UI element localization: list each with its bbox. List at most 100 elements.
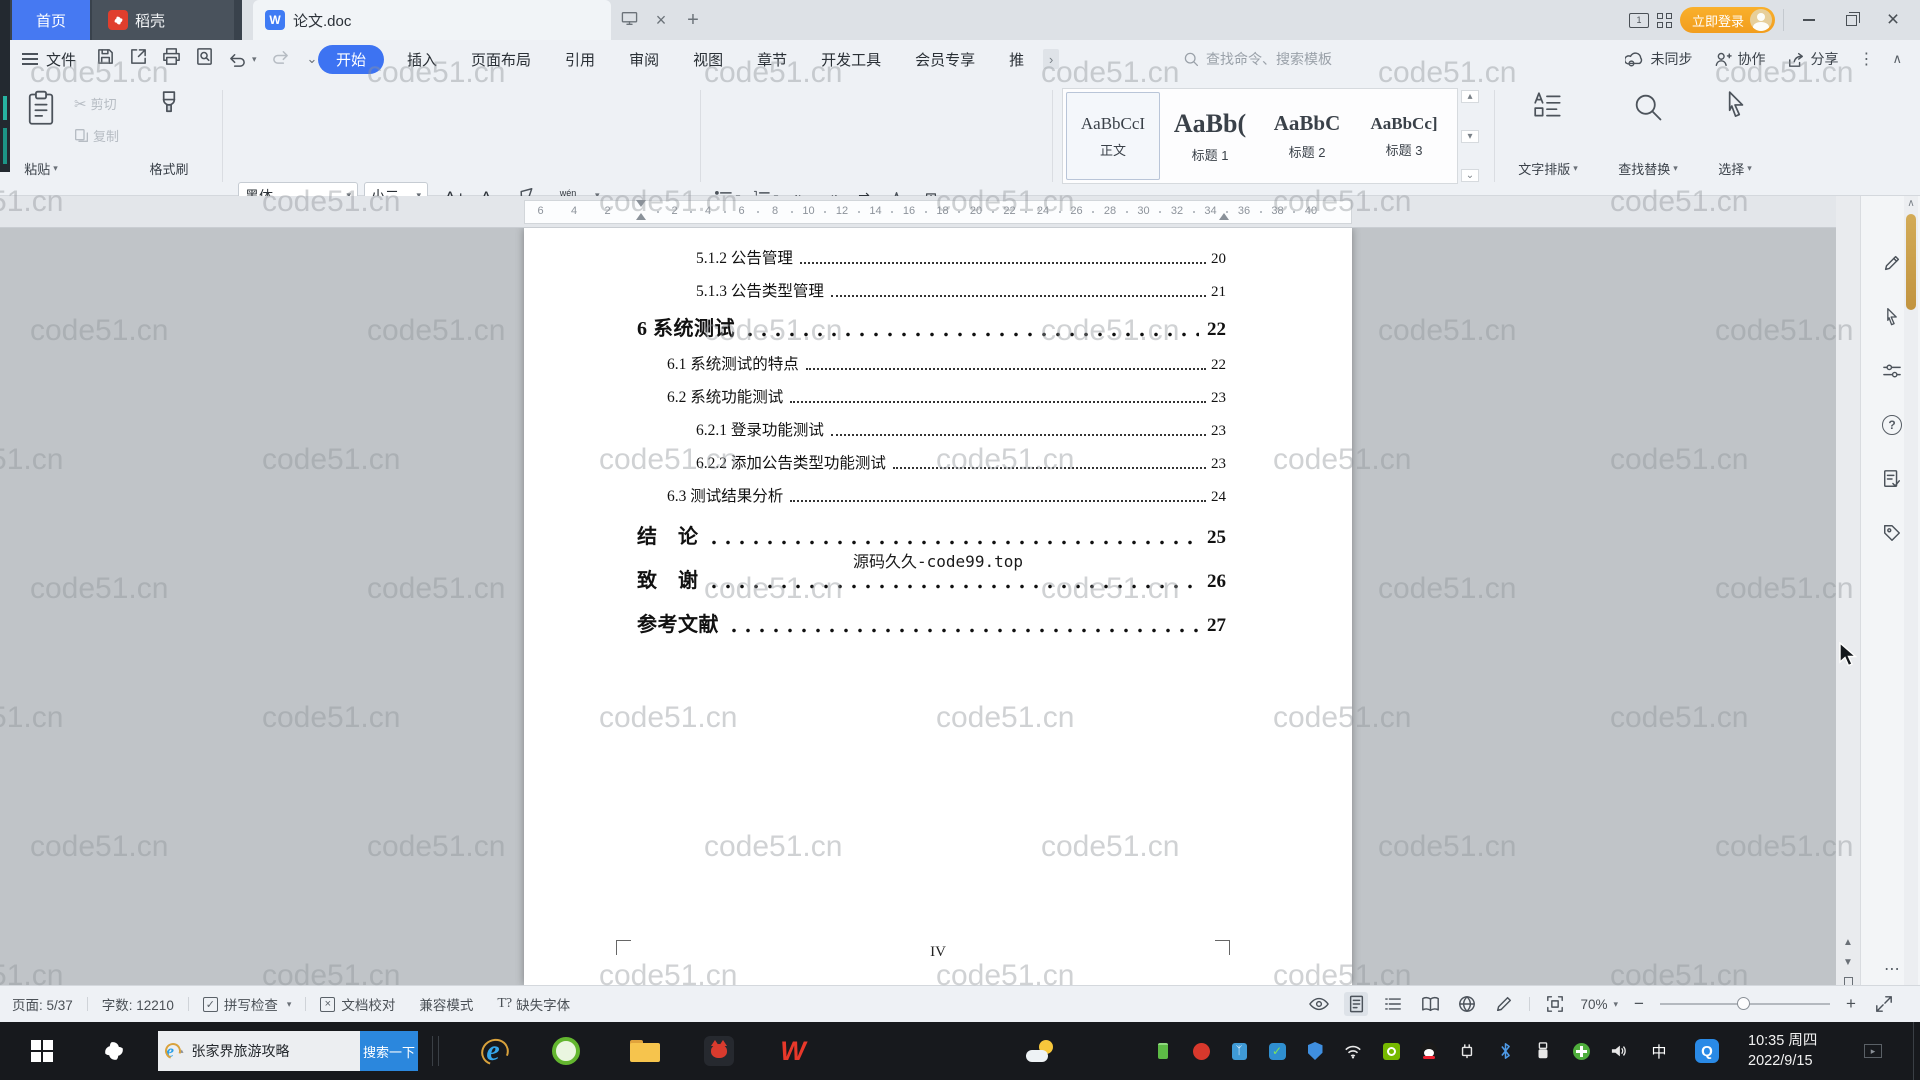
toc-entry[interactable]: 6.2.1 登录功能测试 23 (696, 418, 1226, 440)
taskbar-search-button[interactable]: 搜索一下 (360, 1031, 418, 1071)
styles-more-icon[interactable]: ⌄ (1461, 169, 1479, 182)
first-line-indent-marker[interactable] (636, 200, 646, 207)
proofread-doc-icon[interactable] (1879, 466, 1905, 492)
toc-entry[interactable]: 5.1.2 公告管理 20 (696, 246, 1226, 268)
new-tab-icon[interactable]: + (680, 9, 706, 32)
proofing-toggle[interactable]: × 文档校对 (320, 994, 395, 1014)
page-view-icon[interactable] (1344, 992, 1369, 1016)
file-menu-button[interactable]: 文件 (22, 40, 76, 78)
command-search[interactable]: 查找命令、搜索模板 (1183, 40, 1332, 78)
wifi-icon[interactable] (1338, 1022, 1368, 1080)
zoom-out-icon[interactable]: − (1631, 994, 1647, 1014)
select-button[interactable]: 选择 ▾ (1704, 86, 1766, 182)
pinwheel-app-icon[interactable] (92, 1022, 136, 1080)
web-view-icon[interactable] (1455, 992, 1479, 1016)
app-grid-icon[interactable] (1656, 12, 1672, 28)
collapse-ribbon-icon[interactable]: ∧ (1888, 51, 1906, 67)
cut-button[interactable]: ✂ 剪切 (74, 94, 117, 113)
menu-item-开始[interactable]: 开始 (318, 44, 385, 74)
shield-icon[interactable] (1300, 1022, 1330, 1080)
battery-icon[interactable] (1148, 1022, 1178, 1080)
scroll-up-icon[interactable]: ∧ (1904, 198, 1918, 209)
toc-entry[interactable]: 6.2.2 添加公告类型功能测试 23 (696, 451, 1226, 473)
previous-page-icon[interactable]: ▲ (1843, 937, 1853, 948)
toc-entry[interactable]: 6.2 系统功能测试 23 (667, 385, 1226, 407)
scrollbar-thumb[interactable] (1906, 214, 1916, 310)
menu-item-页面布局[interactable]: 页面布局 (454, 40, 548, 78)
show-desktop-button[interactable] (1913, 1022, 1920, 1080)
style-card-标题 2[interactable]: AaBbC 标题 2 (1260, 92, 1354, 180)
document-page[interactable]: 5.1.2 公告管理 20 5.1.3 公告类型管理 21 6 系统测试 22 6.1 系统… (524, 228, 1352, 985)
print-preview-icon[interactable] (195, 47, 214, 71)
menu-overflow-icon[interactable]: › (1043, 49, 1060, 69)
login-button[interactable]: 立即登录 (1679, 7, 1775, 33)
file-explorer-icon[interactable] (622, 1022, 668, 1080)
menu-item-引用[interactable]: 引用 (548, 40, 612, 78)
minimize-button[interactable] (1792, 6, 1826, 34)
zoom-slider-thumb[interactable] (1736, 997, 1750, 1010)
ruler[interactable]: 6 4 2 2 4 6 8 10 12 14 16 18 20 22 24 26 28 30 32 34 36 38 40 (0, 196, 1920, 228)
save-icon[interactable] (96, 47, 115, 71)
styles-scroll-up-icon[interactable]: ▴ (1461, 90, 1479, 103)
zoom-level[interactable]: 70% ▾ (1580, 997, 1618, 1012)
media-popup-icon[interactable]: ▸ (1858, 1022, 1888, 1080)
menu-item-章节[interactable]: 章节 (740, 40, 804, 78)
menu-item-开发工具[interactable]: 开发工具 (804, 40, 898, 78)
text-layout-button[interactable]: 文字排版 ▾ (1506, 86, 1590, 182)
toc-entry[interactable]: 6.1 系统测试的特点 22 (667, 352, 1226, 374)
usb-device-icon[interactable]: ᛉ (1224, 1022, 1254, 1080)
search-q-icon[interactable]: Q (1690, 1022, 1724, 1080)
speaker-icon[interactable] (1604, 1022, 1634, 1080)
usb-drive-icon[interactable] (1528, 1022, 1558, 1080)
select-arrow-icon[interactable] (1879, 304, 1905, 330)
menu-item-视图[interactable]: 视图 (676, 40, 740, 78)
restore-button[interactable] (1834, 6, 1868, 34)
copy-button[interactable]: 复制 (74, 126, 119, 145)
zoom-in-icon[interactable]: + (1843, 994, 1859, 1014)
toc-entry[interactable]: 结 论 25 (637, 520, 1226, 549)
tab-docer[interactable]: 稻壳 (92, 0, 234, 40)
next-page-icon[interactable]: ▼ (1843, 957, 1853, 968)
styles-scroll-down-icon[interactable]: ▾ (1461, 129, 1479, 143)
right-indent-marker[interactable] (1219, 213, 1229, 220)
undo-dropdown-icon[interactable]: ▾ (252, 54, 257, 65)
fullscreen-icon[interactable] (1872, 992, 1896, 1016)
adjust-slider-icon[interactable] (1879, 358, 1905, 384)
health-cross-icon[interactable] (1566, 1022, 1596, 1080)
window-switch-icon[interactable]: 1 (1628, 12, 1649, 28)
format-painter-button[interactable]: 格式刷 (138, 86, 200, 182)
eye-protect-icon[interactable] (1307, 992, 1331, 1016)
close-button[interactable]: × (1876, 6, 1910, 34)
menu-item-推[interactable]: 推 (992, 40, 1041, 78)
start-button[interactable] (20, 1022, 64, 1080)
customize-qat-icon[interactable]: ⌄ (307, 51, 318, 67)
print-icon[interactable] (162, 47, 181, 71)
paste-button[interactable]: 粘贴 ▾ (16, 86, 66, 182)
ime-indicator[interactable]: 中 (1644, 1022, 1674, 1080)
share-button[interactable]: 分享 (1781, 49, 1844, 69)
compatibility-mode[interactable]: 兼容模式 (419, 994, 473, 1014)
document-canvas[interactable]: 5.1.2 公告管理 20 5.1.3 公告类型管理 21 6 系统测试 22 6.1 系统… (0, 228, 1836, 985)
taskbar-search-box[interactable]: e ▴ 张家界旅游攻略 搜索一下 (158, 1031, 418, 1071)
tab-document[interactable]: W 论文.doc (253, 0, 611, 40)
collaborate-button[interactable]: 协作 (1708, 49, 1771, 69)
bluetooth-icon[interactable] (1490, 1022, 1520, 1080)
more-options-icon[interactable]: ⋮ (1854, 49, 1878, 69)
menu-item-插入[interactable]: 插入 (390, 40, 454, 78)
green-browser-icon[interactable] (543, 1022, 589, 1080)
toc-entry[interactable]: 6 系统测试 22 (637, 312, 1226, 341)
ink-icon[interactable] (1492, 992, 1516, 1016)
menu-item-会员专享[interactable]: 会员专享 (898, 40, 992, 78)
weather-icon[interactable] (1022, 1022, 1058, 1080)
qq-icon[interactable] (1414, 1022, 1444, 1080)
page-indicator[interactable]: 页面: 5/37 (12, 994, 73, 1014)
word-count[interactable]: 字数: 12210 (102, 994, 174, 1014)
toc-entry[interactable]: 5.1.3 公告类型管理 21 (696, 279, 1226, 301)
toc-entry[interactable]: 参考文献 27 (637, 608, 1226, 637)
help-icon[interactable]: ? (1879, 412, 1905, 438)
tab-home[interactable]: 首页 (12, 0, 90, 40)
security-ball-icon[interactable] (1186, 1022, 1216, 1080)
taskbar-search-input[interactable]: 张家界旅游攻略 (184, 1041, 360, 1061)
gpu-icon[interactable] (1376, 1022, 1406, 1080)
read-mode-icon[interactable] (1418, 992, 1442, 1016)
